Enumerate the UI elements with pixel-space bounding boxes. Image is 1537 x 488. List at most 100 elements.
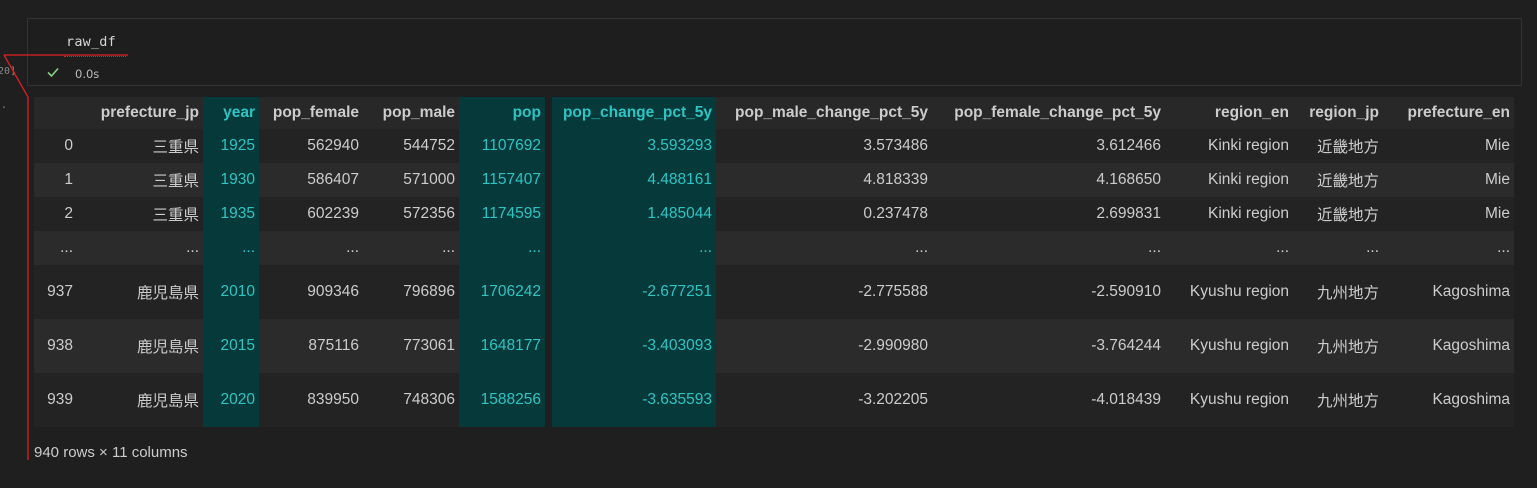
row-count-summary: 940 rows × 11 columns [34, 444, 188, 461]
table-cell: 九州地方 [1293, 373, 1383, 427]
table-cell: 九州地方 [1293, 265, 1383, 319]
row-index: 939 [34, 373, 77, 427]
table-cell: 1174595 [459, 197, 545, 231]
table-cell: 4.488161 [552, 163, 716, 197]
table-cell: Kinki region [1165, 197, 1293, 231]
row-index: ... [34, 231, 77, 265]
table-cell: 773061 [363, 319, 459, 373]
table-cell: 572356 [363, 197, 459, 231]
table-cell: ... [1383, 231, 1514, 265]
code-text[interactable]: raw_df [66, 34, 116, 50]
column-header: pop [459, 97, 545, 129]
table-row: 0 三重県 1925 562940 544752 1107692 3.593293 3.573… [34, 129, 1514, 163]
table-cell: 796896 [363, 265, 459, 319]
table-cell: 602239 [259, 197, 363, 231]
table-cell: -2.775588 [716, 265, 932, 319]
table-cell: 三重県 [77, 163, 203, 197]
column-gap [545, 129, 552, 163]
table-cell: ... [1165, 231, 1293, 265]
dataframe-output: prefecture_jp year pop_female pop_male pop po… [34, 97, 1514, 427]
table-cell: 近畿地方 [1293, 163, 1383, 197]
column-header: region_jp [1293, 97, 1383, 129]
table-cell: Mie [1383, 129, 1514, 163]
column-gap [545, 97, 552, 129]
dataframe-table: prefecture_jp year pop_female pop_male pop po… [34, 97, 1514, 427]
column-gap [545, 197, 552, 231]
column-header: prefecture_jp [77, 97, 203, 129]
row-index: 937 [34, 265, 77, 319]
column-header: pop_male_change_pct_5y [716, 97, 932, 129]
table-cell: ... [77, 231, 203, 265]
table-cell: Kagoshima [1383, 373, 1514, 427]
column-header: prefecture_en [1383, 97, 1514, 129]
table-cell: 2020 [203, 373, 259, 427]
column-header: pop_female_change_pct_5y [932, 97, 1165, 129]
table-row: .................................... [34, 231, 1514, 265]
table-cell: Kagoshima [1383, 265, 1514, 319]
table-cell: 1157407 [459, 163, 545, 197]
table-cell: -3.202205 [716, 373, 932, 427]
table-cell: ... [932, 231, 1165, 265]
table-cell: ... [363, 231, 459, 265]
table-cell: -2.677251 [552, 265, 716, 319]
table-cell: ... [259, 231, 363, 265]
table-cell: 三重県 [77, 197, 203, 231]
table-cell: -2.590910 [932, 265, 1165, 319]
table-cell: 0.237478 [716, 197, 932, 231]
table-cell: Kyushu region [1165, 319, 1293, 373]
table-cell: 4.818339 [716, 163, 932, 197]
table-cell: 1706242 [459, 265, 545, 319]
table-cell: Kyushu region [1165, 373, 1293, 427]
table-cell: 九州地方 [1293, 319, 1383, 373]
table-row: 937 鹿児島県 2010 909346 796896 1706242 -2.677251-… [34, 265, 1514, 319]
table-cell: 875116 [259, 319, 363, 373]
table-cell: 鹿児島県 [77, 373, 203, 427]
table-cell: Mie [1383, 197, 1514, 231]
table-cell: 鹿児島県 [77, 265, 203, 319]
table-cell: ... [552, 231, 716, 265]
header-row: prefecture_jp year pop_female pop_male pop po… [34, 97, 1514, 129]
table-cell: 3.573486 [716, 129, 932, 163]
code-cell[interactable]: raw_df 0.0s [27, 18, 1522, 86]
row-index: 0 [34, 129, 77, 163]
row-index: 2 [34, 197, 77, 231]
table-cell: -3.764244 [932, 319, 1165, 373]
table-cell: ... [716, 231, 932, 265]
column-header: region_en [1165, 97, 1293, 129]
table-cell: 2015 [203, 319, 259, 373]
table-cell: 1925 [203, 129, 259, 163]
table-cell: -3.635593 [552, 373, 716, 427]
table-cell: 586407 [259, 163, 363, 197]
table-cell: ... [203, 231, 259, 265]
column-gap [545, 373, 552, 427]
code-squiggle [64, 53, 126, 57]
column-gap [545, 319, 552, 373]
table-cell: Kyushu region [1165, 265, 1293, 319]
table-cell: 3.593293 [552, 129, 716, 163]
table-cell: 1.485044 [552, 197, 716, 231]
column-header: pop_change_pct_5y [552, 97, 716, 129]
table-body: 0 三重県 1925 562940 544752 1107692 3.593293 3.573… [34, 129, 1514, 427]
table-cell: 2010 [203, 265, 259, 319]
table-cell: -4.018439 [932, 373, 1165, 427]
column-gap [545, 163, 552, 197]
table-cell: 1935 [203, 197, 259, 231]
table-cell: 571000 [363, 163, 459, 197]
row-index: 938 [34, 319, 77, 373]
table-cell: 2.699831 [932, 197, 1165, 231]
table-cell: 839950 [259, 373, 363, 427]
column-header [34, 97, 77, 129]
table-row: 938 鹿児島県 2015 875116 773061 1648177 -3.403093-… [34, 319, 1514, 373]
column-header: year [203, 97, 259, 129]
output-gutter-marker: . [2, 97, 6, 111]
execution-count: 20] [0, 66, 17, 77]
table-cell: Kinki region [1165, 163, 1293, 197]
table-cell: Kinki region [1165, 129, 1293, 163]
table-cell: 748306 [363, 373, 459, 427]
table-cell: 近畿地方 [1293, 129, 1383, 163]
table-cell: ... [1293, 231, 1383, 265]
table-cell: 三重県 [77, 129, 203, 163]
table-cell: ... [459, 231, 545, 265]
row-index: 1 [34, 163, 77, 197]
table-cell: 1107692 [459, 129, 545, 163]
